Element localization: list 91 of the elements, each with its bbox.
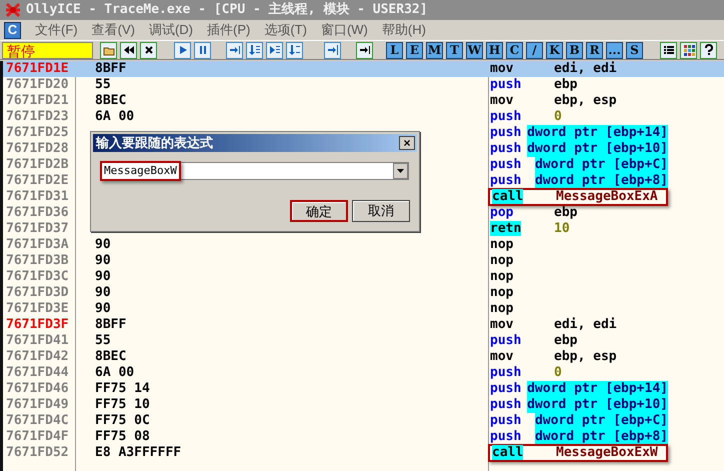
address-cell-text: 7671FD41 xyxy=(5,333,70,349)
operand: edi, edi xyxy=(554,61,617,77)
hex-cell: FF75 08 xyxy=(95,429,150,444)
address-cell-text: 7671FD4C xyxy=(5,413,70,429)
address-cell-text: 7671FD28 xyxy=(5,141,70,157)
hex-cell: FF75 10 xyxy=(95,397,150,412)
address-cell-text: 7671FD44 xyxy=(5,365,70,381)
mnemonic: push xyxy=(490,397,522,412)
mnemonic: mov xyxy=(490,317,514,332)
mnemonic: call xyxy=(492,445,524,460)
hex-cell: 90 xyxy=(95,253,111,268)
hex-cell: FF75 14 xyxy=(95,381,150,396)
operand: MessageBoxExW xyxy=(556,446,658,460)
address-cell-text: 7671FD20 xyxy=(5,77,70,93)
mnemonic: nop xyxy=(490,269,514,284)
hex-cell: 55 xyxy=(95,77,111,92)
operand: 10 xyxy=(554,221,570,237)
operand: ebp xyxy=(554,333,578,349)
window-title: OllyICE - TraceMe.exe - [CPU - 主线程, 模块 - USER32] xyxy=(26,0,428,20)
hex-cell: 90 xyxy=(95,285,111,300)
operand: 0 xyxy=(554,365,562,381)
address-cell-text: 7671FD4F xyxy=(5,429,70,445)
hex-cell: 6A 00 xyxy=(95,109,134,124)
address-cell-text: 7671FD3F xyxy=(5,317,70,333)
mnemonic: mov xyxy=(490,349,514,364)
mnemonic: pop xyxy=(490,205,514,220)
hex-cell: 90 xyxy=(95,269,111,284)
operand: MessageBoxExA xyxy=(556,190,658,204)
hex-cell: 55 xyxy=(95,333,111,348)
operand: dword ptr [ebp+10] xyxy=(527,141,668,157)
address-cell-text: 7671FD49 xyxy=(5,397,70,413)
mnemonic: push xyxy=(490,77,522,92)
address-cell-text: 7671FD23 xyxy=(5,109,70,125)
address-cell-text: 7671FD3A xyxy=(5,237,70,253)
hex-cell: 90 xyxy=(95,301,111,316)
address-cell-text: 7671FD37 xyxy=(5,221,70,237)
operand: dword ptr [ebp+14] xyxy=(527,381,668,397)
mnemonic: nop xyxy=(490,253,514,268)
status-indicator: 暂停 xyxy=(2,42,93,58)
address-cell-text: 7671FD3C xyxy=(5,269,70,285)
operand: edi, edi xyxy=(554,317,617,333)
mnemonic: push xyxy=(490,157,522,172)
hex-cell: 8BFF xyxy=(95,61,126,76)
hex-cell: 8BFF xyxy=(95,317,126,332)
address-cell-text: 7671FD31 xyxy=(5,189,70,205)
mnemonic: push xyxy=(490,173,522,188)
mnemonic: push xyxy=(490,141,522,156)
expression-value: MessageBoxW xyxy=(100,160,181,182)
operand: dword ptr [ebp+8] xyxy=(534,173,668,189)
hex-cell: 90 xyxy=(95,237,111,252)
operand: dword ptr [ebp+C] xyxy=(534,157,668,173)
address-cell-text: 7671FD3B xyxy=(5,253,70,269)
address-cell-text: 7671FD2E xyxy=(5,173,70,189)
operand: 0 xyxy=(554,109,562,125)
mnemonic: nop xyxy=(490,301,514,316)
address-cell-text: 7671FD46 xyxy=(5,381,70,397)
operand: dword ptr [ebp+14] xyxy=(527,125,668,141)
address-cell-text: 7671FD3E xyxy=(5,301,70,317)
mnemonic: retn xyxy=(490,221,522,236)
mnemonic: nop xyxy=(490,285,514,300)
hex-cell: 8BEC xyxy=(95,349,126,364)
hex-cell: 8BEC xyxy=(95,93,126,108)
mnemonic: mov xyxy=(490,61,514,76)
operand: ebp xyxy=(554,77,578,93)
operand: ebp, esp xyxy=(554,93,617,109)
hex-cell: FF75 0C xyxy=(95,413,150,428)
address-cell-text: 7671FD42 xyxy=(5,349,70,365)
mnemonic: push xyxy=(490,413,522,428)
address-cell-text: 7671FD2B xyxy=(5,157,70,173)
address-cell-text: 7671FD3D xyxy=(5,285,70,301)
operand: dword ptr [ebp+10] xyxy=(527,397,668,413)
operand: ebp xyxy=(554,205,578,221)
mnemonic: push xyxy=(490,381,522,396)
mnemonic: push xyxy=(490,365,522,380)
mnemonic: push xyxy=(490,125,522,140)
mnemonic: mov xyxy=(490,93,514,108)
address-cell-text: 7671FD52 xyxy=(5,445,70,461)
mnemonic: call xyxy=(492,189,524,204)
dialog-title: 输入要跟随的表达式 xyxy=(96,134,213,152)
mnemonic: push xyxy=(490,429,522,444)
operand: ebp, esp xyxy=(554,349,617,365)
operand: dword ptr [ebp+C] xyxy=(534,413,668,429)
mnemonic: nop xyxy=(490,237,514,252)
address-cell-text: 7671FD25 xyxy=(5,125,70,141)
hex-cell: E8 A3FFFFFF xyxy=(95,445,182,460)
address-cell-text: 7671FD21 xyxy=(5,93,70,109)
mnemonic: push xyxy=(490,333,522,348)
operand: dword ptr [ebp+8] xyxy=(534,429,668,445)
address-cell-text: 7671FD1E xyxy=(5,61,70,77)
mnemonic: push xyxy=(490,109,522,124)
hex-cell: 6A 00 xyxy=(95,365,134,380)
